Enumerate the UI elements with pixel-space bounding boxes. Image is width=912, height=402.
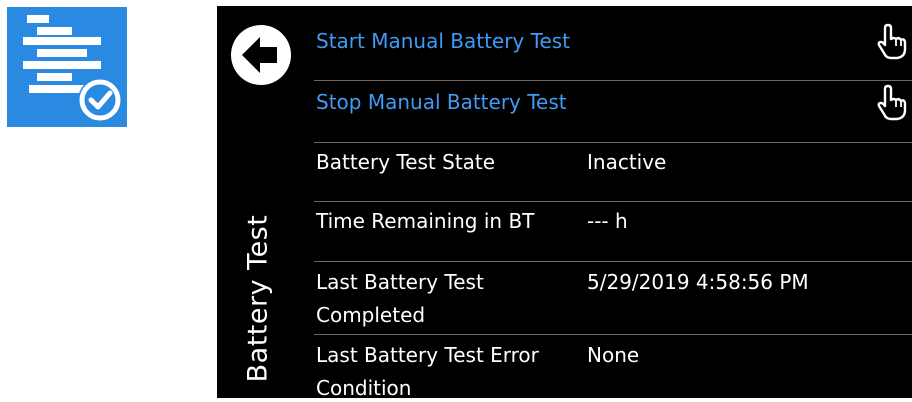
last-battery-test-error-value: None [587,343,640,367]
stop-manual-battery-test-label: Stop Manual Battery Test [316,90,567,114]
task-list-check-icon [23,15,122,122]
battery-test-state-value: Inactive [587,150,667,174]
back-button[interactable] [229,23,293,87]
last-battery-test-error-label-line1: Last Battery Test Error [316,343,539,367]
last-battery-test-error-label-line2: Condition [316,376,412,398]
battery-test-screen: Battery Test Start Manual Battery Test S… [217,6,912,398]
back-arrow-icon [231,25,291,85]
time-remaining-value: --- h [587,209,628,233]
page-title: Battery Test [226,198,290,398]
app-icon[interactable] [7,7,127,127]
start-manual-battery-test-label: Start Manual Battery Test [316,29,571,53]
hand-pointer-icon [877,23,907,60]
last-battery-test-error-row: Last Battery Test Error Condition None [314,334,912,398]
time-remaining-label: Time Remaining in BT [316,209,535,233]
stop-manual-battery-test-button[interactable]: Stop Manual Battery Test [314,80,912,143]
time-remaining-row: Time Remaining in BT --- h [314,201,912,262]
battery-test-state-row: Battery Test State Inactive [314,142,912,202]
hand-pointer-icon [877,84,907,121]
page-title-text: Battery Test [242,214,274,382]
last-battery-test-completed-label-line1: Last Battery Test [316,270,484,294]
start-manual-battery-test-button[interactable]: Start Manual Battery Test [314,6,912,80]
last-battery-test-completed-value: 5/29/2019 4:58:56 PM [587,270,809,294]
last-battery-test-completed-label-line2: Completed [316,303,426,327]
last-battery-test-completed-row: Last Battery Test Completed 5/29/2019 4:… [314,261,912,335]
battery-test-state-label: Battery Test State [316,150,496,174]
